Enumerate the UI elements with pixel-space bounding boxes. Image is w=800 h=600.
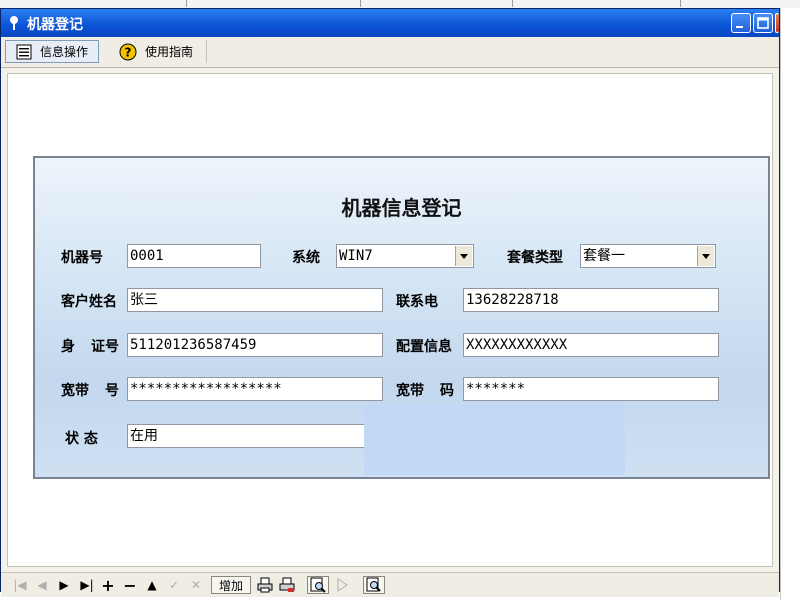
toolbar: 信息操作 ? 使用指南 [1,37,779,68]
machine-no-field[interactable]: 0001 [127,244,261,268]
app-icon [10,16,18,30]
edit-record-button[interactable]: ▲ [143,576,161,594]
package-type-value: 套餐一 [583,248,625,264]
id-number-label: 身证号 [61,339,119,355]
maximize-icon [757,17,769,29]
customer-name-field[interactable]: 张三 [127,288,383,312]
first-record-button[interactable]: |◀ [11,576,29,594]
report-button[interactable] [307,576,329,594]
config-info-field[interactable]: XXXXXXXXXXXX [463,333,719,357]
report-icon [310,577,326,593]
info-operation-tab[interactable]: 信息操作 [5,40,99,63]
user-guide-label: 使用指南 [145,45,194,59]
print-button[interactable] [255,576,275,594]
customer-name-label: 客户姓名 [61,294,117,310]
id-number-field[interactable]: 511201236587459 [127,333,383,357]
print-preview-icon [279,577,295,592]
chevron-down-icon[interactable] [697,246,714,266]
user-guide-tab[interactable]: ? 使用指南 [109,40,207,63]
status-label: 状 态 [65,431,98,447]
minimize-button[interactable] [731,13,751,33]
system-select[interactable]: WIN7 [336,244,474,268]
print-preview-button[interactable] [277,576,297,594]
help-icon: ? [119,43,137,60]
last-record-button[interactable]: ▶| [77,576,97,594]
add-button[interactable]: 增加 [211,576,251,594]
form-title: 机器信息登记 [341,196,462,220]
broadband-account-field[interactable]: ****************** [127,377,383,401]
background-window-edge [780,8,800,600]
title-bar[interactable]: 机器登记 [1,9,779,37]
delete-record-button[interactable]: − [121,576,139,595]
maximize-button[interactable] [753,13,773,33]
search-button[interactable] [363,576,385,594]
broadband-account-label: 宽带号 [61,383,119,399]
play-button[interactable] [333,576,351,594]
cancel-record-button[interactable]: ✕ [187,576,205,594]
prior-record-button[interactable]: ◀ [33,576,51,594]
close-button[interactable] [775,13,779,33]
phone-field[interactable]: 13628228718 [463,288,719,312]
post-record-button[interactable]: ✓ [165,576,183,594]
broadband-password-label: 宽带码 [396,383,454,399]
window-title: 机器登记 [27,17,83,33]
play-icon [337,578,348,592]
status-field[interactable]: 在用 [127,424,367,448]
config-info-label: 配置信息 [396,339,452,355]
info-operation-label: 信息操作 [40,45,89,59]
machine-no-label: 机器号 [61,250,103,266]
system-value: WIN7 [339,248,373,264]
list-icon [16,44,32,59]
chevron-down-icon[interactable] [455,246,472,266]
phone-label: 联系电 [396,294,438,310]
search-icon [366,577,381,592]
package-type-select[interactable]: 套餐一 [580,244,716,268]
insert-record-button[interactable]: + [99,576,117,595]
overlay-block [364,404,625,475]
minimize-icon [736,26,743,28]
next-record-button[interactable]: ▶ [55,576,73,594]
print-icon [257,577,273,593]
svg-text:?: ? [125,45,132,59]
broadband-password-field[interactable]: ******* [463,377,719,401]
db-navigator: |◀ ◀ ▶ ▶| + − ▲ ✓ ✕ 增加 [1,572,779,597]
package-type-label: 套餐类型 [507,250,563,266]
system-label: 系统 [292,250,320,266]
